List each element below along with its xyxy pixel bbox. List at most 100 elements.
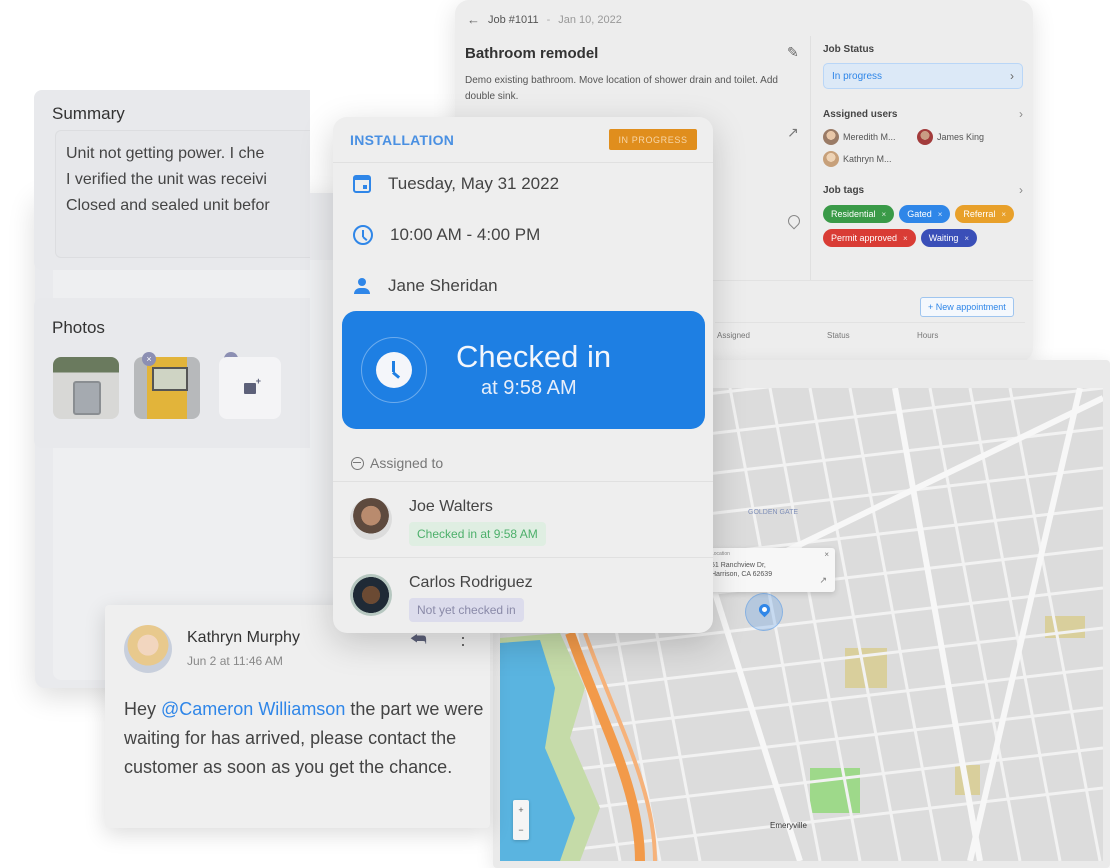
summary-label: Summary	[52, 104, 125, 123]
map-location-popup: Location 51 Ranchview Dr, Harrison, CA 6…	[705, 548, 835, 592]
close-icon[interactable]: ×	[824, 550, 829, 559]
assigned-users-label: Assigned users	[823, 108, 898, 120]
job-breadcrumb: ← Job #1011 - Jan 10, 2022	[467, 12, 622, 27]
remove-photo-icon[interactable]: ×	[142, 352, 156, 366]
remove-tag-icon[interactable]: ×	[964, 234, 969, 243]
checkin-status-badge: Checked in at 9:58 AM	[409, 522, 546, 546]
tag-label: Residential	[831, 209, 876, 219]
assignee-name: Joe Walters	[409, 498, 493, 515]
user-chip[interactable]: Meredith M...	[823, 129, 903, 145]
clock-ring	[361, 337, 427, 403]
user-mention[interactable]: @Cameron Williamson	[161, 699, 345, 719]
comment-card: Kathryn Murphy Jun 2 at 11:46 AM ⮪ ··· H…	[105, 605, 490, 828]
job-tags-header[interactable]: Job tags ›	[823, 183, 1023, 197]
photos-label: Photos	[52, 318, 105, 337]
person-icon	[353, 277, 371, 295]
avatar	[823, 129, 839, 145]
back-arrow-icon[interactable]: ←	[467, 12, 480, 27]
remove-tag-icon[interactable]: ×	[1001, 210, 1006, 219]
avatar	[124, 625, 172, 673]
chevron-right-icon: ›	[1010, 69, 1014, 83]
add-image-icon	[244, 376, 261, 394]
job-tag[interactable]: Waiting ×	[920, 229, 978, 247]
job-status-label: Job Status	[823, 44, 875, 55]
job-tag[interactable]: Gated ×	[899, 205, 951, 223]
open-external-arrow-icon[interactable]: ↗	[787, 124, 799, 141]
job-sidebar: Job Status In progress › Assigned users …	[823, 44, 1023, 247]
checked-in-banner[interactable]: Checked in at 9:58 AM	[342, 311, 705, 429]
comment-text: Hey	[124, 699, 162, 719]
job-status-value: In progress	[832, 70, 883, 82]
summary-line: I verified the unit was receivi	[66, 171, 267, 188]
clock-icon	[376, 352, 412, 388]
checkin-time: at 9:58 AM	[481, 377, 577, 399]
job-title: Bathroom remodel	[465, 45, 599, 62]
avatar	[823, 151, 839, 167]
calendar-icon	[353, 175, 371, 193]
edit-pencil-icon[interactable]: ✎	[787, 44, 799, 61]
remove-tag-icon[interactable]: ×	[882, 210, 887, 219]
address-line-1: 51 Ranchview Dr,	[711, 562, 766, 569]
tag-label: Gated	[907, 209, 932, 219]
assigned-users-header[interactable]: Assigned users ›	[823, 107, 1023, 121]
popup-title: Location	[711, 551, 730, 557]
avatar	[917, 129, 933, 145]
appointment-contact-row: Jane Sheridan	[353, 276, 498, 296]
appointment-time-row: 10:00 AM - 4:00 PM	[353, 225, 540, 245]
assignee-name: Carlos Rodriguez	[409, 574, 533, 591]
assigned-to-label: Assigned to	[370, 455, 444, 471]
zoom-out-button[interactable]: −	[518, 825, 523, 835]
comment-timestamp: Jun 2 at 11:46 AM	[187, 654, 283, 668]
job-status-select[interactable]: In progress ›	[823, 63, 1023, 89]
assigned-users-list: Meredith M... James King Kathryn M...	[823, 129, 1023, 167]
summary-textarea[interactable]: Unit not getting power. I che I verified…	[55, 130, 310, 258]
map-pin-icon	[756, 601, 773, 618]
checkin-title: Checked in	[456, 339, 612, 374]
photo-thumbnail-electrical-box[interactable]	[53, 357, 119, 419]
divider	[715, 322, 1025, 323]
job-tag[interactable]: Residential ×	[823, 205, 895, 223]
column-header-hours[interactable]: Hours	[917, 331, 938, 340]
zoom-in-button[interactable]: +	[518, 805, 523, 815]
user-chip[interactable]: James King	[917, 129, 997, 145]
appointment-date: Tuesday, May 31 2022	[388, 174, 560, 193]
user-chip[interactable]: Kathryn M...	[823, 151, 903, 167]
assigned-to-header: Assigned to	[351, 455, 443, 471]
remove-tag-icon[interactable]: ×	[903, 234, 908, 243]
column-header-status[interactable]: Status	[827, 331, 850, 340]
tag-label: Permit approved	[831, 233, 898, 243]
popup-address: 51 Ranchview Dr, Harrison, CA 62639	[711, 561, 829, 579]
summary-line: Unit not getting power. I che	[66, 145, 265, 162]
expand-icon[interactable]: ↗	[819, 575, 827, 586]
add-photo-button[interactable]	[219, 357, 281, 419]
summary-line: Closed and sealed unit befor	[66, 197, 270, 214]
installation-card: INSTALLATION IN PROGRESS Tuesday, May 31…	[333, 117, 713, 633]
job-date: Jan 10, 2022	[558, 13, 622, 26]
divider	[333, 162, 713, 163]
map-location-marker[interactable]	[745, 593, 783, 631]
divider	[333, 481, 713, 482]
checkin-status-badge: Not yet checked in	[409, 598, 524, 622]
clock-icon	[353, 225, 373, 245]
job-tags-list: Residential × Gated × Referral × Permit app…	[823, 205, 1023, 247]
column-header-assigned[interactable]: Assigned	[717, 331, 750, 340]
address-line-2: Harrison, CA 62639	[711, 571, 773, 578]
job-tags-label: Job tags	[823, 184, 865, 196]
job-tag[interactable]: Permit approved ×	[823, 229, 916, 247]
location-pin-icon[interactable]	[785, 212, 803, 230]
comment-author: Kathryn Murphy	[187, 629, 300, 646]
job-tag[interactable]: Referral ×	[955, 205, 1015, 223]
new-appointment-button[interactable]: + New appointment	[920, 297, 1014, 317]
job-description: Demo existing bathroom. Move location of…	[465, 75, 778, 102]
user-name: James King	[937, 132, 985, 142]
map-neighborhood-label: GOLDEN GATE	[748, 509, 798, 516]
divider	[333, 557, 713, 558]
map-city-label: Emeryville	[770, 821, 807, 830]
avatar	[350, 574, 392, 616]
remove-tag-icon[interactable]: ×	[938, 210, 943, 219]
job-number: Job #1011	[488, 13, 539, 26]
divider	[810, 36, 811, 281]
map-park	[810, 768, 860, 813]
photo-thumbnail-multimeter[interactable]	[134, 357, 200, 419]
team-icon	[351, 456, 364, 470]
